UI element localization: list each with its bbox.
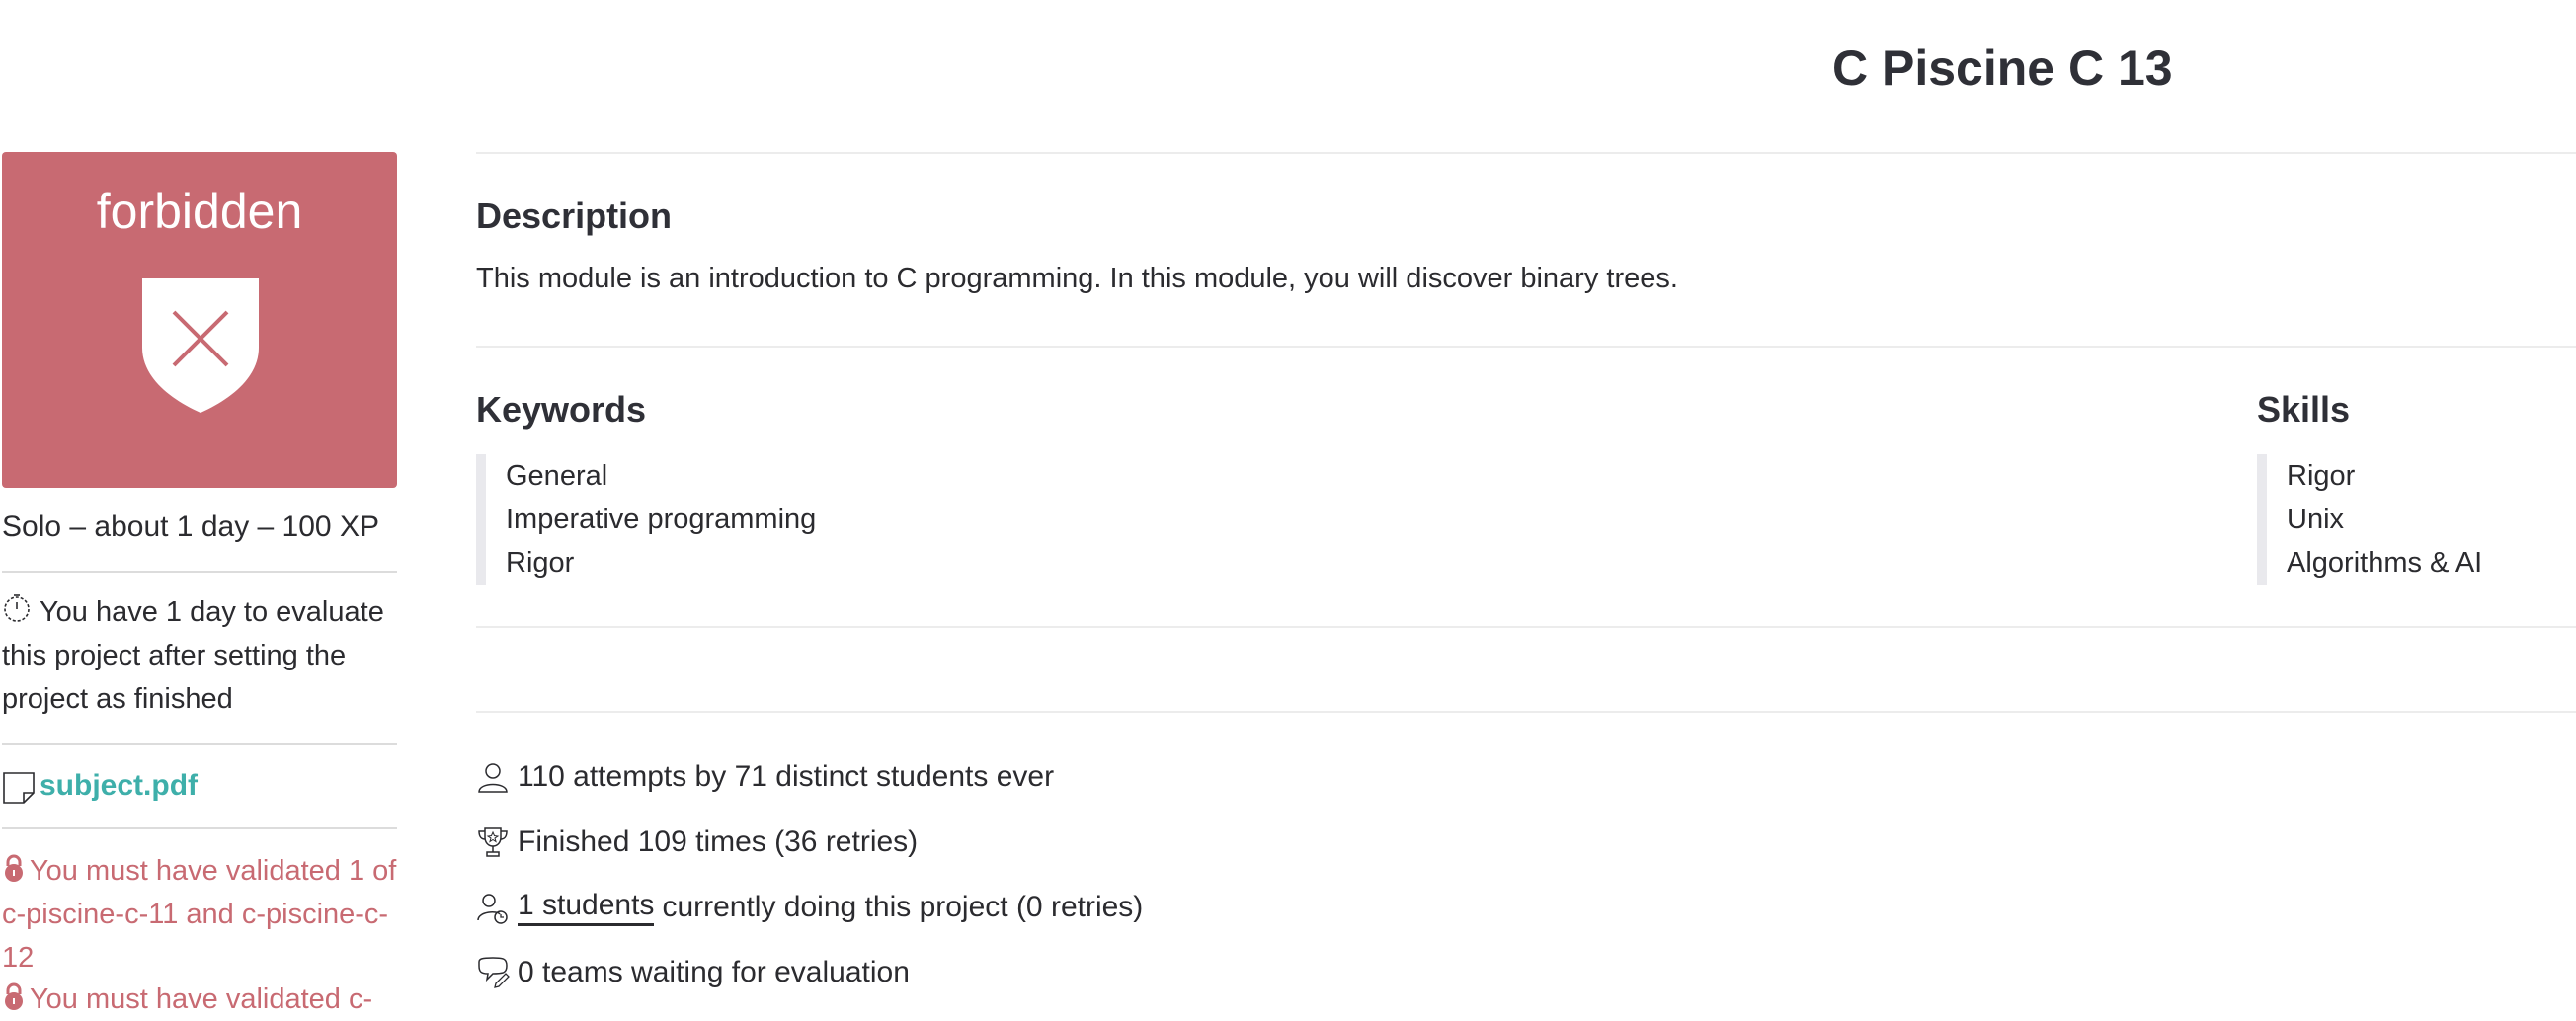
keyword-item: Rigor	[506, 547, 575, 579]
project-status-badge: forbidden	[2, 152, 397, 488]
keyword-item: Imperative programming	[506, 504, 817, 535]
sidebar-divider	[2, 743, 397, 745]
sidebar-divider	[2, 571, 397, 573]
stat-teams-waiting: 0 teams waiting for evaluation	[476, 951, 910, 994]
requirement-text: You must have validated c-	[30, 983, 373, 1015]
lock-icon	[5, 854, 23, 882]
keywords-list: General Imperative programming Rigor	[476, 454, 816, 585]
stat-teams-waiting-text: 0 teams waiting for evaluation	[518, 956, 910, 988]
subject-pdf-link[interactable]: subject.pdf	[40, 769, 198, 803]
stopwatch-icon	[4, 594, 30, 622]
keywords-heading: Keywords	[476, 389, 647, 430]
current-students-link[interactable]: 1 students	[518, 889, 655, 926]
evaluation-notice: You have 1 day to evaluate this project …	[2, 590, 397, 721]
project-meta: Solo – about 1 day – 100 XP	[2, 510, 379, 543]
stat-attempts-text: 110 attempts by 71 distinct students eve…	[518, 760, 1055, 793]
skill-item: Unix	[2287, 504, 2345, 535]
description-heading: Description	[476, 196, 673, 236]
description-text: This module is an introduction to C prog…	[476, 263, 1678, 294]
section-divider	[476, 152, 2576, 154]
shield-x-icon	[142, 278, 259, 413]
sidebar-divider	[2, 827, 397, 829]
badge-status-label: forbidden	[96, 184, 303, 239]
stat-current-students: 1 students currently doing this project …	[476, 886, 1143, 929]
section-divider	[476, 626, 2576, 628]
stat-attempts: 110 attempts by 71 distinct students eve…	[476, 755, 1054, 799]
subject-row: subject.pdf	[2, 764, 198, 808]
section-divider	[476, 711, 2576, 713]
requirement-notice: You must have validated 1 of c-piscine-c…	[2, 849, 397, 980]
requirement-text: You must have validated 1 of c-piscine-c…	[2, 855, 397, 974]
document-icon	[3, 772, 35, 804]
requirement-notice: You must have validated c-	[2, 978, 397, 1021]
user-clock-icon	[477, 894, 508, 924]
user-icon	[478, 763, 508, 793]
stat-current-students-text: currently doing this project (0 retries)	[662, 891, 1144, 923]
skills-heading: Skills	[2257, 389, 2351, 430]
stat-finished: Finished 109 times (36 retries)	[476, 821, 918, 864]
keyword-item: General	[506, 460, 608, 492]
trophy-icon	[478, 827, 508, 857]
stat-finished-text: Finished 109 times (36 retries)	[518, 825, 919, 858]
lock-icon	[5, 982, 23, 1010]
skill-item: Algorithms & AI	[2287, 547, 2483, 579]
evaluation-notice-text: You have 1 day to evaluate this project …	[2, 596, 384, 715]
skill-item: Rigor	[2287, 460, 2356, 492]
speech-bubble-icon	[478, 957, 510, 988]
page-title: C Piscine C 13	[1832, 40, 2173, 96]
section-divider	[476, 346, 2576, 348]
skills-list: Rigor Unix Algorithms & AI	[2257, 454, 2482, 585]
